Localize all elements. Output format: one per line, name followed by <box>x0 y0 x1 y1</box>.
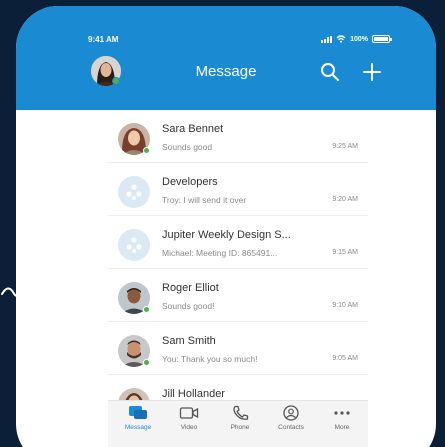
phone-screen: 9:41 AM 100% Message Sara Bennet Sounds … <box>16 6 436 447</box>
tab-label: Contacts <box>278 424 304 431</box>
contact-name: Developers <box>162 176 218 188</box>
group-icon <box>118 176 150 208</box>
conversation-row[interactable]: Developers Troy: I will send it over 9:2… <box>108 163 368 216</box>
search-icon[interactable] <box>318 60 342 84</box>
contacts-icon <box>283 405 299 421</box>
top-bar: 9:41 AM 100% Message <box>16 6 436 110</box>
message-snippet: You: Thank you so much! <box>162 354 258 364</box>
presence-dot <box>143 306 150 313</box>
conversation-list: Sara Bennet Sounds good 9:25 AM Develope… <box>108 110 368 406</box>
more-icon <box>334 411 350 415</box>
conversation-row[interactable]: Jupiter Weekly Design S... Michael: Meet… <box>108 216 368 269</box>
message-time: 9:20 AM <box>332 196 358 203</box>
battery-percent: 100% <box>350 35 368 43</box>
message-time: 9:10 AM <box>332 302 358 309</box>
battery-icon <box>372 35 392 43</box>
tab-phone[interactable]: Phone <box>215 405 265 431</box>
tab-label: More <box>334 424 350 431</box>
conversation-row[interactable]: Sam Smith You: Thank you so much! 9:05 A… <box>108 322 368 375</box>
presence-dot <box>143 147 150 154</box>
conversation-row[interactable]: Sara Bennet Sounds good 9:25 AM <box>108 110 368 163</box>
message-icon <box>129 406 147 419</box>
signal-icon <box>321 35 333 43</box>
contact-name: Roger Elliot <box>162 282 219 294</box>
wifi-icon <box>336 35 346 43</box>
add-icon[interactable] <box>360 60 384 84</box>
status-time: 9:41 AM <box>88 35 119 44</box>
tab-label: Video <box>180 424 198 431</box>
presence-dot <box>143 359 150 366</box>
message-snippet: Troy: I will send it over <box>162 195 247 205</box>
message-snippet: Sounds good! <box>162 301 215 311</box>
bottom-tab-bar: Message Video Phone Contacts More <box>108 400 368 447</box>
message-snippet: Michael: Meeting ID: 865491... <box>162 248 278 258</box>
tab-video[interactable]: Video <box>164 405 214 431</box>
message-time: 9:05 AM <box>332 355 358 362</box>
status-bar: 9:41 AM 100% <box>16 35 436 47</box>
phone-icon <box>233 405 249 420</box>
contact-name: Jupiter Weekly Design S... <box>162 229 291 241</box>
tab-more[interactable]: More <box>317 405 367 431</box>
status-indicators: 100% <box>321 35 392 43</box>
header: Message <box>16 56 436 88</box>
contact-name: Jill Hollander <box>162 388 225 400</box>
video-icon <box>179 407 199 419</box>
message-snippet: Sounds good <box>162 142 213 152</box>
group-icon <box>118 229 150 261</box>
conversation-row[interactable]: Roger Elliot Sounds good! 9:10 AM <box>108 269 368 322</box>
contact-name: Sara Bennet <box>162 123 224 135</box>
contact-name: Sam Smith <box>162 335 216 347</box>
message-time: 9:25 AM <box>332 143 358 150</box>
tab-contacts[interactable]: Contacts <box>266 405 316 431</box>
tab-message[interactable]: Message <box>113 405 163 431</box>
tab-label: Phone <box>230 424 250 431</box>
message-time: 9:15 AM <box>332 249 358 256</box>
tab-label: Message <box>124 424 152 431</box>
